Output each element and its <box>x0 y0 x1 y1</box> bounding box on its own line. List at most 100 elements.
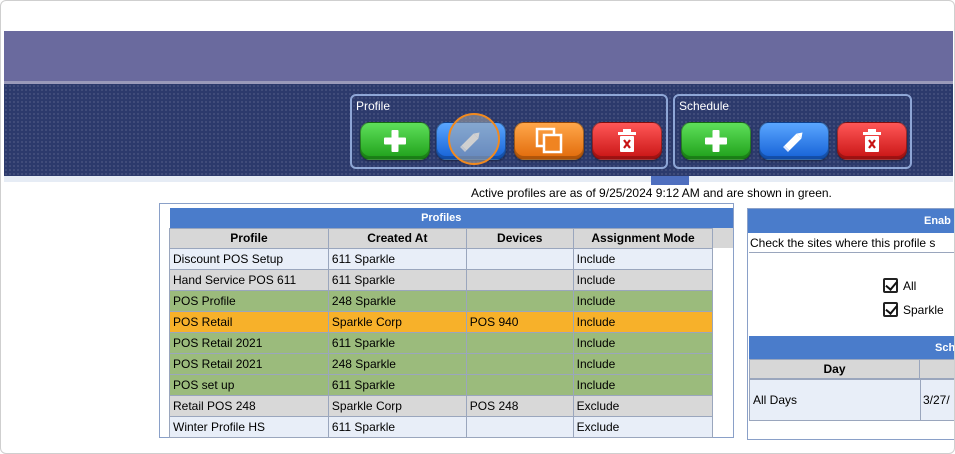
trash-icon <box>863 129 881 152</box>
delete-profile-button[interactable] <box>592 122 662 160</box>
row-filler <box>712 395 733 416</box>
cell-devices <box>465 373 574 396</box>
table-row[interactable]: POS set up 611 Sparkle Include <box>169 373 733 396</box>
toolbar: Profile Schedule <box>4 84 953 176</box>
row-filler <box>712 311 733 332</box>
column-header-created-at[interactable]: Created At <box>327 227 467 249</box>
cell-devices <box>465 268 574 291</box>
cell-profile: POS Retail <box>169 310 329 333</box>
row-filler <box>712 290 733 311</box>
cell-created-at: 611 Sparkle <box>327 268 467 291</box>
schedule-header-label: Sch <box>935 342 955 354</box>
cell-profile: Hand Service POS 611 <box>169 268 329 291</box>
cell-profile: POS Profile <box>169 289 329 312</box>
checkbox-checked-icon[interactable] <box>883 278 898 293</box>
plus-icon <box>705 130 727 152</box>
table-row[interactable]: Discount POS Setup 611 Sparkle Include <box>169 247 733 270</box>
table-row[interactable]: Winter Profile HS 611 Sparkle Exclude <box>169 415 733 438</box>
schedule-date: 3/27/ <box>923 393 950 407</box>
site-label-all: All <box>903 278 917 293</box>
enabled-sites-header-label: Enab <box>924 215 951 227</box>
row-filler <box>712 332 733 353</box>
site-label-sparkle: Sparkle <box>903 302 944 317</box>
active-profiles-note: Active profiles are as of 9/25/2024 9:12… <box>471 186 832 200</box>
cell-created-at: Sparkle Corp <box>327 310 467 333</box>
app-frame: Profile Schedule Active profiles are as … <box>0 0 955 454</box>
row-filler <box>712 374 733 395</box>
cell-created-at: 611 Sparkle <box>327 247 467 270</box>
column-header-devices[interactable]: Devices <box>465 227 574 249</box>
cell-devices <box>465 415 574 438</box>
cell-assignment-mode: Include <box>572 373 714 396</box>
schedule-group-label: Schedule <box>679 99 730 113</box>
top-banner <box>4 31 953 81</box>
cell-profile: POS Retail 2021 <box>169 352 329 375</box>
profiles-table: Profiles Profile Created At Devices Assi… <box>169 208 733 438</box>
cell-devices: POS 248 <box>465 394 574 417</box>
cell-assignment-mode: Include <box>572 289 714 312</box>
column-header-filler <box>712 228 733 248</box>
table-row[interactable]: Retail POS 248 Sparkle Corp POS 248 Exclude <box>169 394 733 417</box>
edit-schedule-button[interactable] <box>759 122 829 160</box>
table-row[interactable]: POS Retail 2021 611 Sparkle Include <box>169 331 733 354</box>
cell-created-at: 248 Sparkle <box>327 352 467 375</box>
schedule-cell-divider <box>920 380 921 420</box>
toolbar-bottom-strip <box>4 176 953 182</box>
cell-devices: POS 940 <box>465 310 574 333</box>
copy-profile-button[interactable] <box>514 122 584 160</box>
table-row[interactable]: POS Retail Sparkle Corp POS 940 Include <box>169 310 733 333</box>
trash-icon <box>618 129 636 152</box>
cursor-highlight <box>448 113 500 165</box>
row-filler <box>712 269 733 290</box>
schedule-row[interactable]: All Days 3/27/ <box>749 379 954 421</box>
add-profile-button[interactable] <box>360 122 430 160</box>
site-schedule-panel: Enab Check the sites where this profile … <box>747 208 955 440</box>
cell-profile: Winter Profile HS <box>169 415 329 438</box>
cell-assignment-mode: Exclude <box>572 415 714 438</box>
column-header-profile[interactable]: Profile <box>169 227 329 249</box>
profile-group-label: Profile <box>356 99 391 113</box>
site-checklist: All Sparkle <box>749 252 954 340</box>
cell-profile: POS Retail 2021 <box>169 331 329 354</box>
row-filler <box>712 353 733 374</box>
cell-profile: Retail POS 248 <box>169 394 329 417</box>
cell-created-at: 611 Sparkle <box>327 373 467 396</box>
delete-schedule-button[interactable] <box>837 122 907 160</box>
cell-devices <box>465 247 574 270</box>
profiles-table-caption: Profiles <box>169 208 713 228</box>
cell-created-at: 248 Sparkle <box>327 289 467 312</box>
enabled-sites-header: Enab <box>748 209 954 233</box>
cell-assignment-mode: Include <box>572 247 714 270</box>
schedule-button-group: Schedule <box>673 94 912 169</box>
schedule-column-headers: Day <box>749 359 954 379</box>
collapse-tab[interactable] <box>651 176 689 185</box>
table-row[interactable]: Hand Service POS 611 611 Sparkle Include <box>169 268 733 291</box>
copy-icon <box>535 127 563 154</box>
checkbox-checked-icon[interactable] <box>883 302 898 317</box>
cell-assignment-mode: Include <box>572 310 714 333</box>
profiles-panel: Profiles Profile Created At Devices Assi… <box>159 203 734 438</box>
cell-profile: POS set up <box>169 373 329 396</box>
cell-devices <box>465 289 574 312</box>
table-row[interactable]: POS Retail 2021 248 Sparkle Include <box>169 352 733 375</box>
cell-assignment-mode: Include <box>572 352 714 375</box>
cell-created-at: Sparkle Corp <box>327 394 467 417</box>
site-checkbox-all[interactable]: All <box>883 278 916 293</box>
cell-created-at: 611 Sparkle <box>327 331 467 354</box>
plus-icon <box>384 130 406 152</box>
cell-created-at: 611 Sparkle <box>327 415 467 438</box>
column-header-assignment-mode[interactable]: Assignment Mode <box>572 227 714 249</box>
site-checkbox-sparkle[interactable]: Sparkle <box>883 302 944 317</box>
sites-instruction: Check the sites where this profile s <box>750 236 936 250</box>
cell-assignment-mode: Include <box>572 331 714 354</box>
add-schedule-button[interactable] <box>681 122 751 160</box>
profiles-table-body: Discount POS Setup 611 Sparkle Include Hand… <box>169 247 733 438</box>
profile-button-group: Profile <box>350 94 668 169</box>
table-caption-filler <box>712 208 733 228</box>
column-header-day[interactable]: Day <box>750 360 920 378</box>
row-filler <box>712 248 733 269</box>
pencil-icon <box>783 132 803 152</box>
cell-devices <box>465 352 574 375</box>
table-row[interactable]: POS Profile 248 Sparkle Include <box>169 289 733 312</box>
cell-assignment-mode: Include <box>572 268 714 291</box>
